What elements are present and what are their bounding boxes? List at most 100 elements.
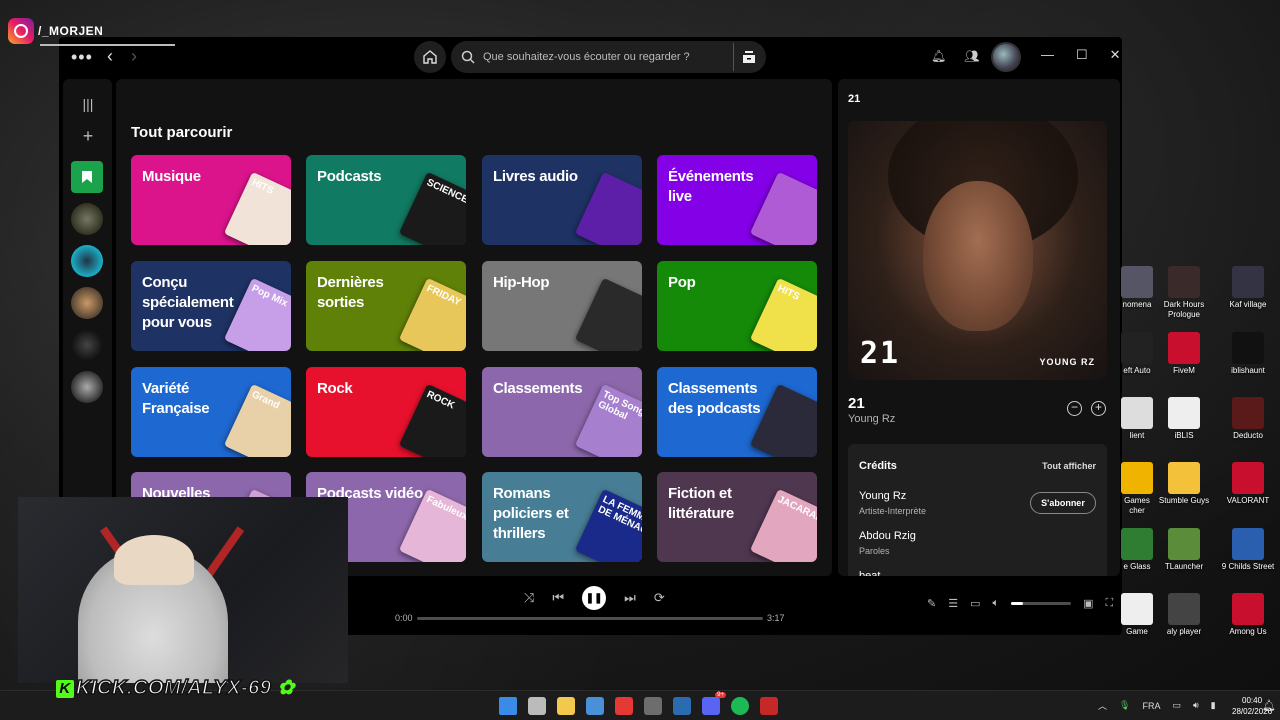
taskbar-app-icon[interactable] xyxy=(557,697,575,715)
taskbar-app-icon[interactable] xyxy=(644,697,662,715)
desktop-icon[interactable]: iBLIS xyxy=(1152,397,1216,441)
minimize-icon[interactable]: — xyxy=(1041,47,1054,63)
taskbar-app-icon[interactable] xyxy=(731,697,749,715)
desktop-icon[interactable]: e Glass xyxy=(1119,528,1155,572)
network-icon[interactable]: ▭ xyxy=(1172,700,1181,711)
miniplayer-icon[interactable]: ▣ xyxy=(1083,597,1093,610)
credit-name[interactable]: Abdou Rzig xyxy=(859,530,916,542)
forward-icon[interactable]: › xyxy=(131,46,137,67)
desktop-icon[interactable]: nomena xyxy=(1119,266,1155,310)
category-card[interactable]: Événements live xyxy=(657,155,817,245)
volume-icon[interactable]: 🔈︎ xyxy=(993,597,1000,610)
desktop-icon[interactable]: aly player xyxy=(1152,593,1216,637)
library-artist-avatar[interactable] xyxy=(71,329,103,361)
queue-icon[interactable]: ☰ xyxy=(948,597,958,610)
desktop-icon-label: aly player xyxy=(1166,627,1202,636)
notification-icon[interactable]: 🔔︎ xyxy=(1262,699,1276,712)
add-to-library-icon[interactable]: + xyxy=(1091,401,1106,416)
browse-icon xyxy=(742,51,755,63)
category-label: Événements live xyxy=(668,168,754,205)
library-artist-avatar[interactable] xyxy=(71,245,103,277)
connect-device-icon[interactable]: ▭ xyxy=(970,597,980,610)
taskbar-app-icon[interactable]: 9+ xyxy=(702,692,726,715)
library-artist-avatar[interactable] xyxy=(71,287,103,319)
desktop-icon[interactable]: Kaf village xyxy=(1216,266,1280,310)
battery-icon[interactable]: ▮ xyxy=(1211,700,1216,711)
page-title: Tout parcourir xyxy=(131,124,233,141)
chevron-up-icon[interactable]: ︿ xyxy=(1098,699,1107,712)
language-indicator[interactable]: FRA xyxy=(1142,701,1160,711)
window-controls: — ☐ ✕ xyxy=(1041,47,1121,63)
instagram-icon xyxy=(8,18,34,44)
follow-button[interactable]: S'abonner xyxy=(1030,492,1096,514)
library-artist-avatar[interactable] xyxy=(71,371,103,403)
taskbar-app-icon[interactable] xyxy=(586,697,604,715)
taskbar-app-icon[interactable] xyxy=(760,697,778,715)
menu-dots-icon[interactable]: ••• xyxy=(71,47,93,68)
category-label: Musique xyxy=(142,168,201,185)
category-card[interactable]: Classements des podcasts xyxy=(657,367,817,457)
back-icon[interactable]: ‹ xyxy=(107,46,113,67)
desktop-icon[interactable]: Deducto xyxy=(1216,397,1280,441)
desktop-icon[interactable]: Among Us xyxy=(1216,593,1280,637)
friends-icon[interactable]: 👥︎ xyxy=(964,49,979,63)
category-card[interactable]: FRIDAY Dernières sorties xyxy=(306,261,466,351)
desktop-icon[interactable]: iblishaunt xyxy=(1216,332,1280,376)
taskbar-app-icon[interactable] xyxy=(673,697,691,715)
category-card[interactable]: LA FEMME DE MÉNAGE Romans policiers et th… xyxy=(482,472,642,562)
desktop-icon[interactable]: Game xyxy=(1119,593,1155,637)
category-card[interactable]: JACARANDA Fiction et littérature xyxy=(657,472,817,562)
desktop-icon[interactable]: VALORANT xyxy=(1216,462,1280,506)
browse-button[interactable] xyxy=(733,43,763,71)
fullscreen-icon[interactable]: ⛶ xyxy=(1106,597,1114,610)
previous-icon[interactable]: ⏮︎ xyxy=(552,590,564,606)
remove-icon[interactable]: − xyxy=(1067,401,1082,416)
desktop-icon[interactable]: FiveM xyxy=(1152,332,1216,376)
desktop-icon[interactable]: Games cher xyxy=(1119,462,1155,516)
desktop-icon[interactable]: 9 Childs Street xyxy=(1216,528,1280,572)
kick-icon: K xyxy=(56,679,74,698)
category-card[interactable]: HITS Musique xyxy=(131,155,291,245)
lyrics-icon[interactable]: ✎ xyxy=(927,597,936,610)
show-all-link[interactable]: Tout afficher xyxy=(1042,461,1096,471)
taskbar-app-icon[interactable] xyxy=(499,697,517,715)
category-card[interactable]: HITS Pop xyxy=(657,261,817,351)
category-card[interactable]: Pop Mix Conçu spécialement pour vous xyxy=(131,261,291,351)
desktop-icon[interactable]: lient xyxy=(1119,397,1155,441)
maximize-icon[interactable]: ☐ xyxy=(1076,47,1088,63)
microphone-icon[interactable]: 🎙︎ xyxy=(1119,700,1130,711)
avatar[interactable] xyxy=(991,42,1021,72)
add-icon[interactable]: + xyxy=(75,123,101,149)
pause-button[interactable]: ❚❚ xyxy=(582,586,607,610)
next-icon[interactable]: ⏭︎ xyxy=(624,590,636,606)
bell-icon[interactable]: 🔔︎ xyxy=(931,49,946,63)
credit-name[interactable]: beat xyxy=(859,570,880,576)
library-artist-avatar[interactable] xyxy=(71,203,103,235)
liked-songs-button[interactable] xyxy=(71,161,103,193)
desktop-icon[interactable]: eft Auto xyxy=(1119,332,1155,376)
desktop-icon[interactable]: TLauncher xyxy=(1152,528,1216,572)
category-card[interactable]: Livres audio xyxy=(482,155,642,245)
speaker-icon[interactable]: 🔊︎ xyxy=(1193,700,1199,711)
home-button[interactable] xyxy=(414,41,446,73)
track-artist[interactable]: Young Rz xyxy=(848,413,895,425)
progress-bar[interactable] xyxy=(417,617,763,620)
shuffle-icon[interactable]: ⤨ xyxy=(524,590,534,606)
search-input[interactable]: Que souhaitez-vous écouter ou regarder ? xyxy=(483,51,690,63)
category-card[interactable]: Grand Variété Française xyxy=(131,367,291,457)
category-card[interactable]: SCIENCE VS Podcasts xyxy=(306,155,466,245)
volume-slider[interactable] xyxy=(1011,602,1072,605)
close-icon[interactable]: ✕ xyxy=(1110,47,1121,63)
category-card[interactable]: Top Songs Global Classements xyxy=(482,367,642,457)
category-card[interactable]: Hip-Hop xyxy=(482,261,642,351)
category-card[interactable]: ROCK Rock xyxy=(306,367,466,457)
taskbar-app-icon[interactable] xyxy=(528,697,546,715)
desktop-icon[interactable]: Dark Hours Prologue xyxy=(1152,266,1216,320)
repeat-icon[interactable]: ⟳ xyxy=(654,590,665,606)
track-title[interactable]: 21 xyxy=(848,395,865,412)
desktop-icon[interactable]: Stumble Guys xyxy=(1152,462,1216,506)
search-bar[interactable]: Que souhaitez-vous écouter ou regarder ? xyxy=(451,41,766,73)
credit-name[interactable]: Young Rz xyxy=(859,490,906,502)
taskbar-app-icon[interactable] xyxy=(615,697,633,715)
library-icon[interactable]: ||| xyxy=(75,91,101,117)
